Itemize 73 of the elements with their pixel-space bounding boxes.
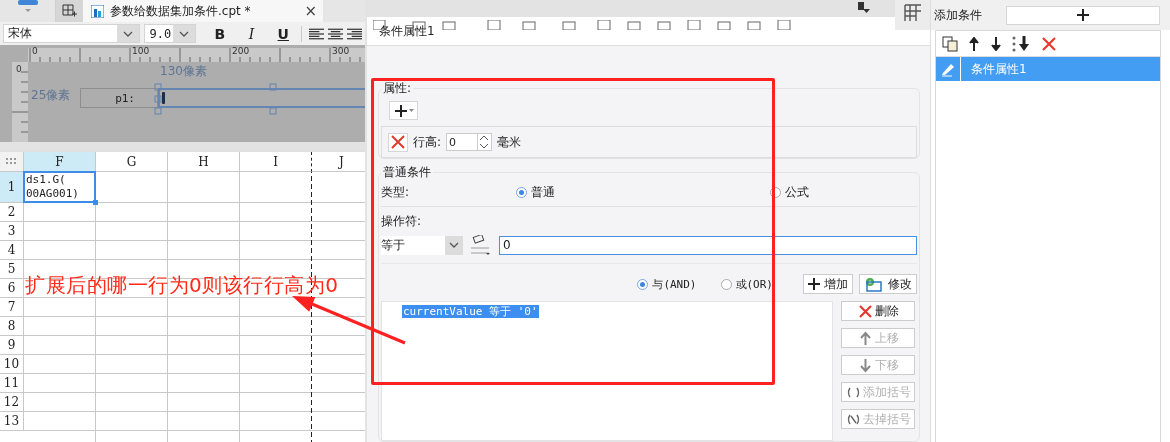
row-height-spinner[interactable]: 0 (446, 133, 493, 151)
remove-button[interactable] (388, 132, 408, 152)
align-center-icon[interactable] (327, 27, 343, 40)
width-hint: 130像素 (160, 63, 207, 80)
row-header[interactable]: 1 (0, 172, 24, 203)
parameter-label: p1: (80, 88, 158, 108)
column-header[interactable]: F (24, 152, 96, 172)
close-button[interactable]: × (304, 2, 317, 20)
section-label: 属性: (382, 80, 413, 97)
value-field[interactable]: 0 (499, 235, 917, 255)
arrow-down-icon[interactable] (990, 36, 1002, 51)
close-icon[interactable] (1042, 36, 1056, 51)
underline-button[interactable]: U (272, 25, 294, 42)
delete-button[interactable]: 删除 (841, 301, 915, 321)
italic-button[interactable]: I (241, 25, 262, 42)
pencil-icon (940, 61, 956, 77)
dialog-title: 条件属性1 (367, 17, 930, 46)
font-select[interactable]: 宋体 (3, 24, 141, 43)
section-label: 普通条件 (382, 164, 432, 181)
column-header[interactable]: I (240, 152, 312, 172)
arrow-up-icon (857, 330, 873, 346)
operator-label: 操作符: (381, 213, 423, 230)
type-label: 类型: (381, 183, 411, 201)
radio-button[interactable]: 或(OR) (720, 276, 773, 292)
ruler-label: 0 (32, 46, 38, 56)
align-right-icon[interactable] (346, 27, 363, 40)
panel-tab[interactable] (895, 0, 930, 30)
radio-button[interactable]: 普通 (516, 183, 770, 201)
ruler-label: 100 (132, 46, 150, 56)
ruler-label: 300 (332, 46, 350, 56)
parameter-field[interactable] (158, 88, 365, 108)
value-type-icon[interactable] (469, 235, 491, 255)
chevron-down-icon (123, 30, 134, 37)
radio-button[interactable]: 公式 (770, 183, 917, 201)
spinner-arrows-icon (478, 134, 491, 150)
file-tab[interactable]: 参数给数据集加条件.cpt * × (83, 0, 323, 22)
add-button[interactable]: 增加 (803, 274, 853, 294)
move-to-bottom-icon[interactable] (1012, 35, 1032, 52)
ruler-label: 200 (232, 46, 250, 56)
bold-button[interactable]: B (209, 25, 231, 42)
select-all-button[interactable] (0, 152, 24, 172)
caret-down-icon (408, 109, 414, 112)
align-left-icon[interactable] (308, 27, 324, 40)
ruler-label: 0 (16, 64, 22, 74)
sort-icon[interactable] (858, 2, 870, 14)
close-icon (391, 135, 405, 149)
grid-dots-icon (5, 157, 18, 166)
report-file-icon (91, 4, 104, 18)
add-property-button[interactable] (389, 101, 418, 120)
font-size-select[interactable]: 9.0 (144, 24, 196, 43)
unit-label: 毫米 (497, 133, 522, 151)
close-icon (857, 303, 873, 319)
plus-icon (1077, 9, 1089, 21)
new-tab-button[interactable] (56, 0, 83, 22)
plus-icon (393, 103, 408, 118)
modify-button[interactable]: 修改 (859, 274, 917, 294)
grid-plus-icon (61, 4, 78, 18)
chevron-down-icon (449, 242, 459, 248)
chevron-down-icon (178, 30, 189, 37)
table-cell-text: ds1.G( 00AG001) (25, 172, 79, 201)
operator-select[interactable]: 等于 (381, 235, 463, 255)
radio-button[interactable]: 与(AND) (637, 276, 697, 292)
tab-title: 参数给数据集加条件.cpt * (110, 2, 251, 20)
dropdown-icon[interactable] (15, 0, 40, 14)
table-icon (903, 4, 922, 22)
arrow-up-icon[interactable] (968, 36, 980, 51)
add-condition-label: 添加条件 (934, 6, 983, 24)
property-label: 行高: (413, 133, 442, 151)
height-hint: 25像素 (31, 87, 71, 104)
plus-icon (808, 278, 820, 290)
arrow-down-icon (857, 357, 873, 373)
annotation-text: 扩展后的哪一行为0则该行行高为0 (25, 272, 339, 299)
copy-icon[interactable] (942, 35, 958, 52)
